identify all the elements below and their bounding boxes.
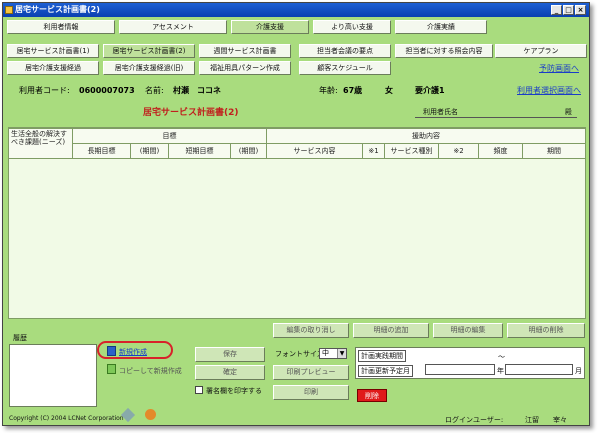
signature-label: 署名欄を印字する — [206, 387, 262, 395]
user-name: 村瀬 ココネ — [173, 86, 221, 95]
delete-button[interactable]: 削除 — [357, 389, 387, 402]
app-icon — [5, 6, 13, 14]
col-note-2: ※2 — [439, 144, 479, 159]
new-button[interactable]: 新規作成 — [119, 347, 147, 357]
renew-year-input[interactable] — [425, 364, 495, 375]
nav-meeting-points[interactable]: 担当者会議の要点 — [299, 44, 391, 58]
nav-care-results[interactable]: 介護実績 — [395, 20, 487, 34]
user-name-label: 名前: — [145, 86, 164, 95]
save-button[interactable]: 保存 — [195, 347, 265, 362]
renew-label: 計画更新予定月 — [358, 365, 413, 377]
user-select-link[interactable]: 利用者選択画面へ — [517, 83, 581, 98]
col-needs: 生活全般の解決すべき課題(ニーズ) — [9, 129, 73, 159]
nav-weekly-plan[interactable]: 週間サービス計画書 — [199, 44, 291, 58]
title-bar: 居宅サービス計画書(2) _ □ × — [3, 3, 589, 17]
window-title: 居宅サービス計画書(2) — [15, 5, 100, 14]
user-info-bar: 利用者コード: 0600007073 名前: 村瀬 ココネ 年齢: 67歳 女 … — [7, 83, 587, 98]
col-frequency: 頻度 — [479, 144, 523, 159]
signature-checkbox[interactable] — [195, 386, 203, 394]
nav-care-plan[interactable]: ケアプラン — [495, 44, 587, 58]
nav-higher-support[interactable]: より高い支援 — [313, 20, 391, 34]
user-code: 0600007073 — [79, 86, 135, 95]
globe-icon — [145, 409, 156, 420]
font-size-select[interactable]: 中 ▼ — [319, 348, 347, 359]
col-long-goal: 長期目標 — [73, 144, 131, 159]
history-list[interactable] — [9, 344, 97, 407]
col-period: 期間 — [523, 144, 585, 159]
nav-plan-1[interactable]: 居宅サービス計画書(1) — [7, 44, 99, 58]
period-tilde: ～ — [498, 353, 505, 361]
period-label: 計画実践期間 — [358, 350, 406, 362]
user-code-label: 利用者コード: — [19, 86, 70, 95]
minimize-button[interactable]: _ — [551, 5, 562, 15]
print-preview-button[interactable]: 印刷プレビュー — [273, 365, 349, 380]
plan-table-header: 生活全般の解決すべき課題(ニーズ) 目標 援助内容 長期目標 (期間) 短期目標… — [8, 128, 586, 159]
delete-detail-button[interactable]: 明細の削除 — [507, 323, 585, 338]
history-label: 履歴 — [13, 334, 27, 342]
nav-inquiry[interactable]: 担当者に対する照会内容 — [395, 44, 493, 58]
copy-new-button[interactable]: コピーして新規作成 — [119, 366, 182, 376]
nav-assessment[interactable]: アセスメント — [119, 20, 227, 34]
col-note-1: ※1 — [363, 144, 385, 159]
login-user: 江留 宰々 — [525, 416, 567, 424]
copy-doc-icon — [107, 364, 116, 374]
prevention-screen-link[interactable]: 予防画面へ — [539, 63, 579, 74]
user-gender: 女 — [385, 86, 393, 95]
month-label: 月 — [575, 367, 582, 375]
user-name-underline — [415, 117, 577, 118]
font-size-label: フォントサイズ — [275, 350, 324, 358]
edit-detail-button[interactable]: 明細の編集 — [433, 323, 503, 338]
nav-plan-2[interactable]: 居宅サービス計画書(2) — [103, 44, 195, 58]
year-label: 年 — [497, 367, 504, 375]
col-service-content: サービス内容 — [267, 144, 363, 159]
user-name-field-label: 利用者氏名 — [423, 108, 458, 116]
col-short-period: (期間) — [231, 144, 267, 159]
copyright: Copyright (C) 2004 LCNet Corporation — [9, 415, 124, 422]
nav-care-support[interactable]: 介護支援 — [231, 20, 309, 34]
login-label: ログインユーザー: — [445, 416, 504, 424]
nav-customer-schedule[interactable]: 顧客スケジュール — [299, 61, 391, 75]
group-support: 援助内容 — [267, 129, 585, 144]
close-button[interactable]: × — [575, 5, 586, 15]
print-button[interactable]: 印刷 — [273, 385, 349, 400]
col-service-type: サービス種別 — [385, 144, 439, 159]
confirm-button[interactable]: 確定 — [195, 365, 265, 380]
renew-month-input[interactable] — [505, 364, 573, 375]
maximize-button[interactable]: □ — [563, 5, 574, 15]
user-age: 67歳 — [343, 86, 363, 95]
group-goal: 目標 — [73, 129, 267, 144]
nav-support-progress[interactable]: 居宅介護支援経過 — [7, 61, 99, 75]
font-size-value: 中 — [322, 349, 329, 357]
col-long-period: (期間) — [131, 144, 169, 159]
cancel-edit-button[interactable]: 編集の取り消し — [273, 323, 349, 338]
form-heading: 居宅サービス計画書(2) — [143, 108, 239, 118]
add-detail-button[interactable]: 明細の追加 — [353, 323, 429, 338]
chevron-down-icon[interactable]: ▼ — [337, 349, 346, 358]
care-level: 要介護1 — [415, 86, 445, 95]
nav-welfare-pattern[interactable]: 福祉用具パターン作成 — [199, 61, 291, 75]
col-short-goal: 短期目標 — [169, 144, 231, 159]
age-label: 年齢: — [319, 86, 338, 95]
nav-user-info[interactable]: 利用者情報 — [7, 20, 115, 34]
nav-support-progress-old[interactable]: 居宅介護支援経過(旧) — [103, 61, 195, 75]
honorific: 殿 — [565, 108, 572, 116]
new-doc-icon — [107, 346, 116, 356]
main-window: 居宅サービス計画書(2) _ □ × 利用者情報 アセスメント 介護支援 より高… — [2, 2, 590, 426]
